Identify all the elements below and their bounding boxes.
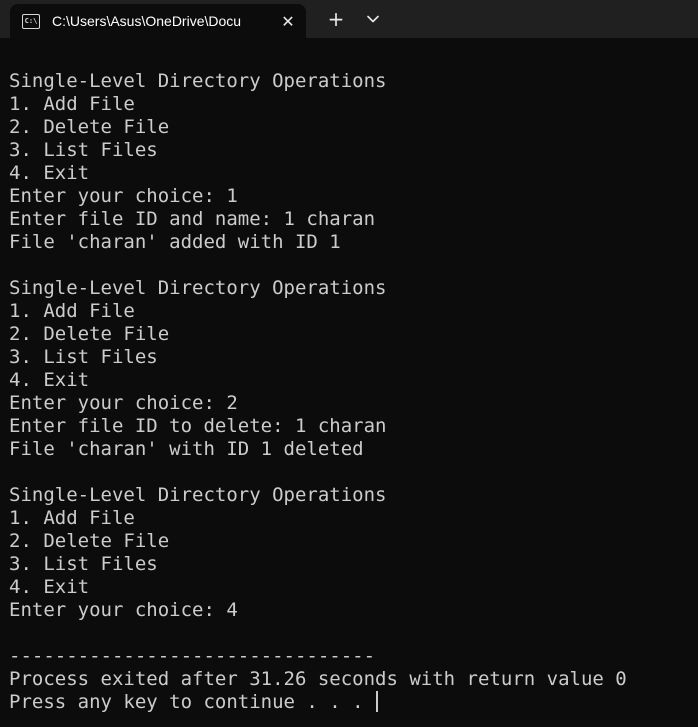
console-line: 2. Delete File (9, 323, 698, 346)
console-line-text: 1. Add File (9, 300, 135, 322)
text-cursor (376, 691, 379, 712)
terminal-window: C:\ C:\Users\Asus\OneDrive\Docu ✕ + Sing… (0, 0, 698, 727)
console-line-text: Single-Level Directory Operations (9, 484, 387, 506)
console-line: 3. List Files (9, 139, 698, 162)
console-line: Press any key to continue . . . (9, 691, 698, 714)
console-line: 4. Exit (9, 162, 698, 185)
tab-bar: C:\ C:\Users\Asus\OneDrive\Docu ✕ + (0, 0, 698, 38)
console-line: Single-Level Directory Operations (9, 277, 698, 300)
console-line-text: Enter your choice: 4 (9, 599, 238, 621)
console-line: 1. Add File (9, 93, 698, 116)
console-line-text: 4. Exit (9, 162, 90, 184)
console-line-text: Enter file ID to delete: 1 charan (9, 415, 387, 437)
console-line-text: 4. Exit (9, 369, 90, 391)
console-line: -------------------------------- (9, 645, 698, 668)
console-line-text: Single-Level Directory Operations (9, 70, 387, 92)
console-line: 4. Exit (9, 576, 698, 599)
console-line-text: 2. Delete File (9, 323, 170, 345)
console-line-text: Process exited after 31.26 seconds with … (9, 668, 627, 690)
console-line-text: Enter your choice: 2 (9, 392, 238, 414)
close-icon[interactable]: ✕ (278, 11, 298, 31)
console-line-text: File 'charan' added with ID 1 (9, 231, 341, 253)
console-line: 1. Add File (9, 300, 698, 323)
console-line: Enter your choice: 4 (9, 599, 698, 622)
console-line-text: 2. Delete File (9, 530, 170, 552)
console-line-text: 4. Exit (9, 576, 90, 598)
console-line: 2. Delete File (9, 116, 698, 139)
console-output[interactable]: Single-Level Directory Operations 1. Add … (9, 70, 698, 727)
console-line: Enter file ID to delete: 1 charan (9, 415, 698, 438)
console-line-text: 3. List Files (9, 346, 158, 368)
new-tab-button[interactable]: + (324, 7, 348, 31)
cmd-icon: C:\ (22, 13, 40, 29)
console-line: Enter your choice: 1 (9, 185, 698, 208)
console-line-text: File 'charan' with ID 1 deleted (9, 438, 364, 460)
console-line: File 'charan' with ID 1 deleted (9, 438, 698, 461)
console-line: Single-Level Directory Operations (9, 70, 698, 93)
console-line: Enter your choice: 2 (9, 392, 698, 415)
console-line: Enter file ID and name: 1 charan (9, 208, 698, 231)
console-line-text: Single-Level Directory Operations (9, 277, 387, 299)
console-line-text: Enter file ID and name: 1 charan (9, 208, 376, 230)
console-line: 3. List Files (9, 553, 698, 576)
console-line: Process exited after 31.26 seconds with … (9, 668, 698, 691)
console-line-text: 1. Add File (9, 507, 135, 529)
console-line-text: 1. Add File (9, 93, 135, 115)
console-line: 4. Exit (9, 369, 698, 392)
console-line: File 'charan' added with ID 1 (9, 231, 698, 254)
console-line-text: Press any key to continue . . . (9, 691, 376, 713)
console-line: Single-Level Directory Operations (9, 484, 698, 507)
tab-console[interactable]: C:\ C:\Users\Asus\OneDrive\Docu ✕ (10, 4, 306, 38)
console-line: 1. Add File (9, 507, 698, 530)
chevron-down-icon[interactable] (361, 7, 385, 31)
console-line-text: Enter your choice: 1 (9, 185, 238, 207)
tab-title: C:\Users\Asus\OneDrive\Docu (52, 13, 242, 29)
console-line-text: 3. List Files (9, 139, 158, 161)
console-line-text: -------------------------------- (9, 645, 376, 667)
console-line-text: 2. Delete File (9, 116, 170, 138)
console-line-text: 3. List Files (9, 553, 158, 575)
console-line: 3. List Files (9, 346, 698, 369)
console-line: 2. Delete File (9, 530, 698, 553)
